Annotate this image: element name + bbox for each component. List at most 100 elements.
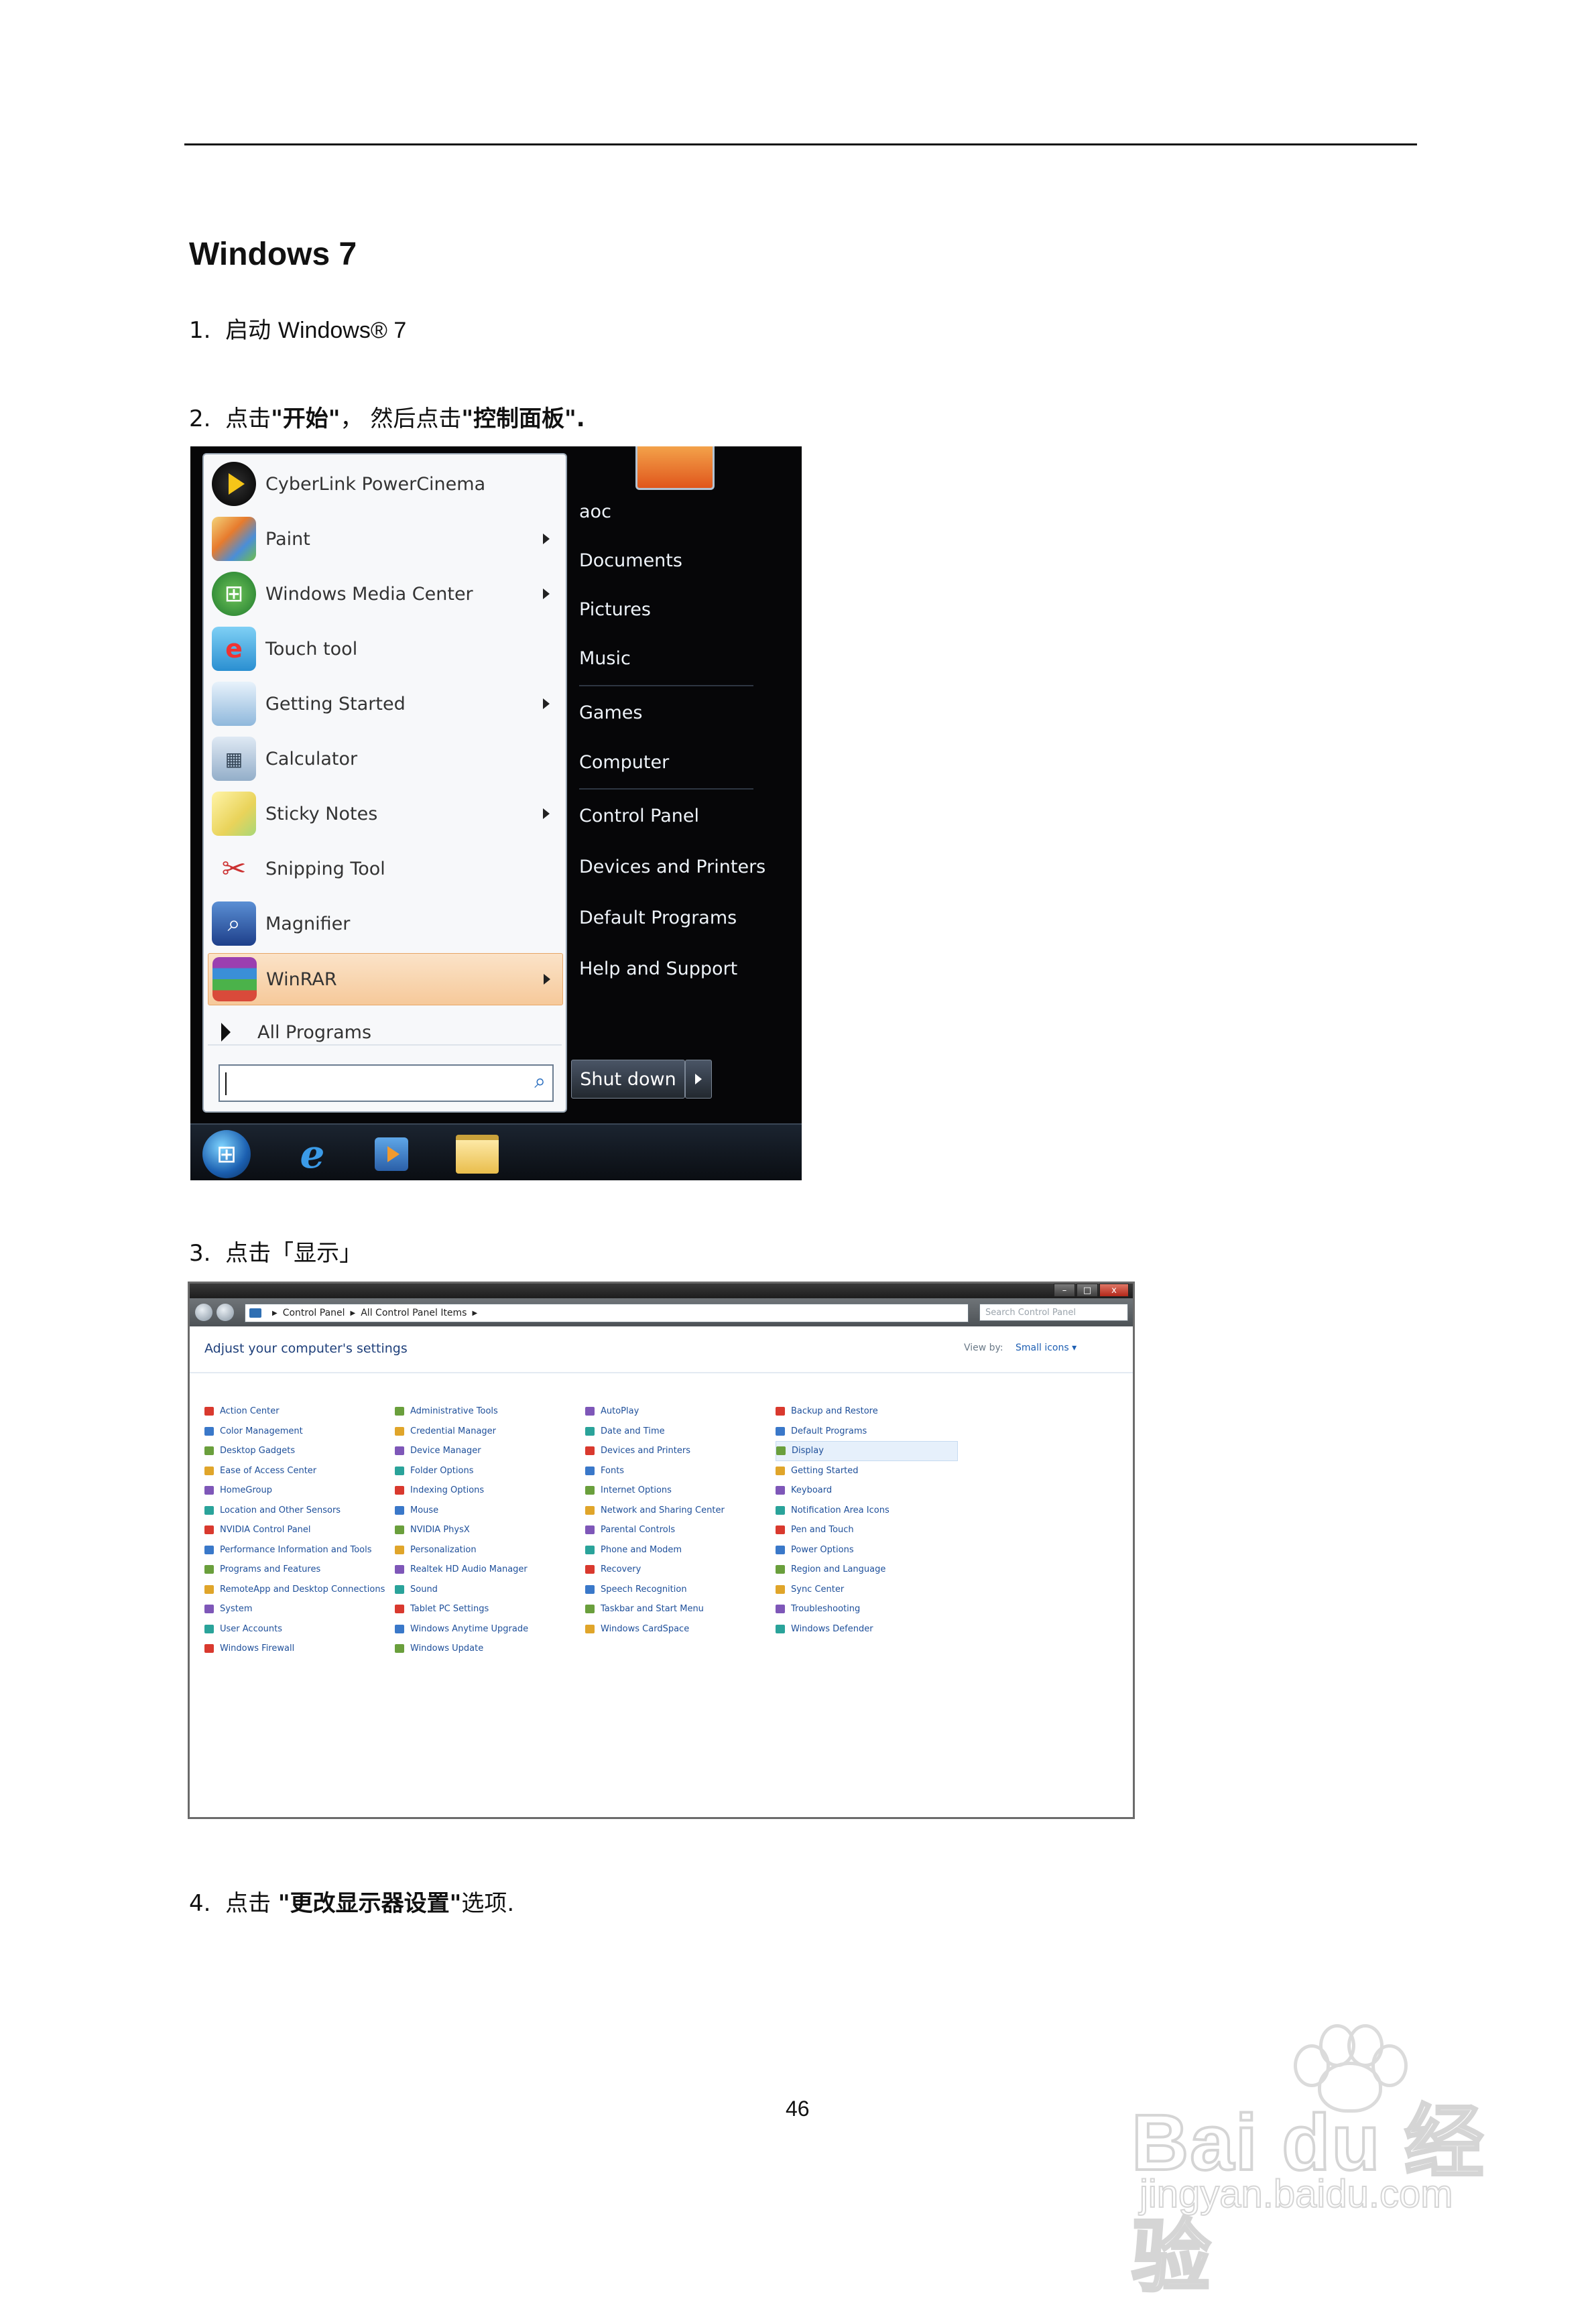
control-panel-item[interactable]: HomeGroup <box>204 1481 385 1501</box>
start-menu-link-user[interactable]: aoc <box>579 501 611 522</box>
windows-start-orb-icon[interactable]: ⊞ <box>202 1130 251 1178</box>
control-panel-item[interactable]: Recovery <box>585 1560 725 1580</box>
control-panel-item[interactable]: Ease of Access Center <box>204 1461 385 1481</box>
control-panel-item[interactable]: Folder Options <box>395 1461 528 1481</box>
start-menu-link-games[interactable]: Games <box>579 702 642 723</box>
minimize-button[interactable]: – <box>1054 1284 1075 1297</box>
forward-arrow-icon[interactable] <box>217 1304 234 1321</box>
control-panel-item[interactable]: Taskbar and Start Menu <box>585 1599 725 1619</box>
breadcrumb-all-items[interactable]: All Control Panel Items <box>361 1308 467 1318</box>
control-panel-item[interactable]: Indexing Options <box>395 1481 528 1501</box>
control-panel-item[interactable]: NVIDIA Control Panel <box>204 1520 385 1540</box>
control-panel-item[interactable]: Backup and Restore <box>776 1401 958 1422</box>
start-menu-search-input[interactable]: ⌕ <box>219 1064 554 1102</box>
control-panel-column-4: Backup and Restore Default Programs Displa… <box>776 1401 958 1639</box>
view-by-dropdown[interactable]: Small icons ▾ <box>1016 1343 1077 1353</box>
control-panel-item[interactable]: User Accounts <box>204 1619 385 1639</box>
control-panel-item[interactable]: Internet Options <box>585 1481 725 1501</box>
start-menu-link-computer[interactable]: Computer <box>579 752 669 773</box>
control-panel-item[interactable]: Realtek HD Audio Manager <box>395 1560 528 1580</box>
control-panel-item[interactable]: Personalization <box>395 1540 528 1560</box>
shut-down-button[interactable]: Shut down <box>571 1060 685 1099</box>
maximize-button[interactable]: □ <box>1077 1284 1098 1297</box>
control-panel-item[interactable]: Notification Area Icons <box>776 1501 958 1521</box>
start-menu-item-calculator[interactable]: ▦ Calculator <box>208 733 562 784</box>
control-panel-item[interactable]: Parental Controls <box>585 1520 725 1540</box>
close-button[interactable]: x <box>1099 1284 1129 1297</box>
control-panel-item-icon <box>395 1565 404 1574</box>
control-panel-item[interactable]: Getting Started <box>776 1461 958 1481</box>
control-panel-item[interactable]: Windows Update <box>395 1639 528 1659</box>
start-menu-separator <box>579 788 753 790</box>
control-panel-item-icon <box>204 1505 214 1515</box>
control-panel-item[interactable]: Windows Defender <box>776 1619 958 1639</box>
control-panel-item[interactable]: Device Manager <box>395 1441 528 1461</box>
start-menu-link-devices-printers[interactable]: Devices and Printers <box>579 857 765 877</box>
start-menu-link-default-programs[interactable]: Default Programs <box>579 908 737 928</box>
control-panel-item[interactable]: Network and Sharing Center <box>585 1501 725 1521</box>
control-panel-item[interactable]: Mouse <box>395 1501 528 1521</box>
control-panel-item-icon <box>395 1446 404 1456</box>
start-menu-item-cyberlink[interactable]: CyberLink PowerCinema <box>208 458 562 509</box>
control-panel-item[interactable]: Performance Information and Tools <box>204 1540 385 1560</box>
control-panel-item[interactable]: Phone and Modem <box>585 1540 725 1560</box>
control-panel-item[interactable]: Sound <box>395 1580 528 1600</box>
start-menu-item-getting-started[interactable]: Getting Started <box>208 678 562 729</box>
internet-explorer-icon[interactable]: e <box>288 1130 336 1178</box>
control-panel-item[interactable]: Power Options <box>776 1540 958 1560</box>
control-panel-item-icon <box>585 1486 595 1495</box>
control-panel-item[interactable]: Pen and Touch <box>776 1520 958 1540</box>
control-panel-item[interactable]: System <box>204 1599 385 1619</box>
control-panel-item[interactable]: Action Center <box>204 1401 385 1422</box>
control-panel-item[interactable]: Devices and Printers <box>585 1441 725 1461</box>
start-menu-item-media-center[interactable]: ⊞ Windows Media Center <box>208 568 562 619</box>
control-panel-item[interactable]: Keyboard <box>776 1481 958 1501</box>
address-bar[interactable]: ▶ Control Panel ▶ All Control Panel Item… <box>245 1304 969 1322</box>
start-menu-item-magnifier[interactable]: ⌕ Magnifier <box>208 898 562 949</box>
start-menu-item-paint[interactable]: Paint <box>208 513 562 564</box>
control-panel-item[interactable]: Programs and Features <box>204 1560 385 1580</box>
control-panel-item[interactable]: Desktop Gadgets <box>204 1441 385 1461</box>
search-icon[interactable]: ⌕ <box>534 1070 546 1093</box>
control-panel-item[interactable]: Windows Firewall <box>204 1639 385 1659</box>
start-menu-link-control-panel[interactable]: Control Panel <box>579 806 699 826</box>
page-title: Windows 7 <box>189 237 357 272</box>
control-panel-item[interactable]: Troubleshooting <box>776 1599 958 1619</box>
control-panel-item[interactable]: Display <box>776 1441 958 1461</box>
all-programs-button[interactable]: All Programs <box>208 1012 562 1052</box>
breadcrumb-control-panel[interactable]: Control Panel <box>283 1308 345 1318</box>
start-menu-link-documents[interactable]: Documents <box>579 550 682 571</box>
control-panel-item[interactable]: AutoPlay <box>585 1401 725 1422</box>
control-panel-search-input[interactable]: Search Control Panel <box>979 1304 1128 1321</box>
start-menu-item-sticky-notes[interactable]: Sticky Notes <box>208 788 562 839</box>
control-panel-item[interactable]: RemoteApp and Desktop Connections <box>204 1580 385 1600</box>
windows-explorer-folder-icon[interactable] <box>453 1130 501 1178</box>
control-panel-item[interactable]: Windows Anytime Upgrade <box>395 1619 528 1639</box>
control-panel-item[interactable]: Region and Language <box>776 1560 958 1580</box>
shut-down-options-button[interactable] <box>685 1060 712 1099</box>
control-panel-item[interactable]: Speech Recognition <box>585 1580 725 1600</box>
control-panel-item[interactable]: Date and Time <box>585 1422 725 1442</box>
start-menu-link-music[interactable]: Music <box>579 648 631 669</box>
control-panel-item-icon <box>204 1545 214 1554</box>
start-menu-item-snipping-tool[interactable]: ✂ Snipping Tool <box>208 843 562 894</box>
start-menu-item-label: Snipping Tool <box>265 858 385 879</box>
control-panel-item[interactable]: Location and Other Sensors <box>204 1501 385 1521</box>
start-menu-item-winrar[interactable]: WinRAR <box>208 953 563 1005</box>
control-panel-item[interactable]: Windows CardSpace <box>585 1619 725 1639</box>
user-picture[interactable] <box>635 446 715 490</box>
control-panel-item[interactable]: Fonts <box>585 1461 725 1481</box>
media-player-icon[interactable] <box>367 1130 416 1178</box>
start-menu-item-touch-tool[interactable]: e Touch tool <box>208 623 562 674</box>
control-panel-item[interactable]: NVIDIA PhysX <box>395 1520 528 1540</box>
back-arrow-icon[interactable] <box>195 1304 212 1321</box>
step-text-main: Windows® 7 <box>278 318 407 343</box>
control-panel-item[interactable]: Default Programs <box>776 1422 958 1442</box>
control-panel-item[interactable]: Color Management <box>204 1422 385 1442</box>
control-panel-item[interactable]: Administrative Tools <box>395 1401 528 1422</box>
control-panel-item[interactable]: Credential Manager <box>395 1422 528 1442</box>
control-panel-item[interactable]: Sync Center <box>776 1580 958 1600</box>
start-menu-link-help-support[interactable]: Help and Support <box>579 958 737 979</box>
start-menu-link-pictures[interactable]: Pictures <box>579 599 651 620</box>
control-panel-item[interactable]: Tablet PC Settings <box>395 1599 528 1619</box>
